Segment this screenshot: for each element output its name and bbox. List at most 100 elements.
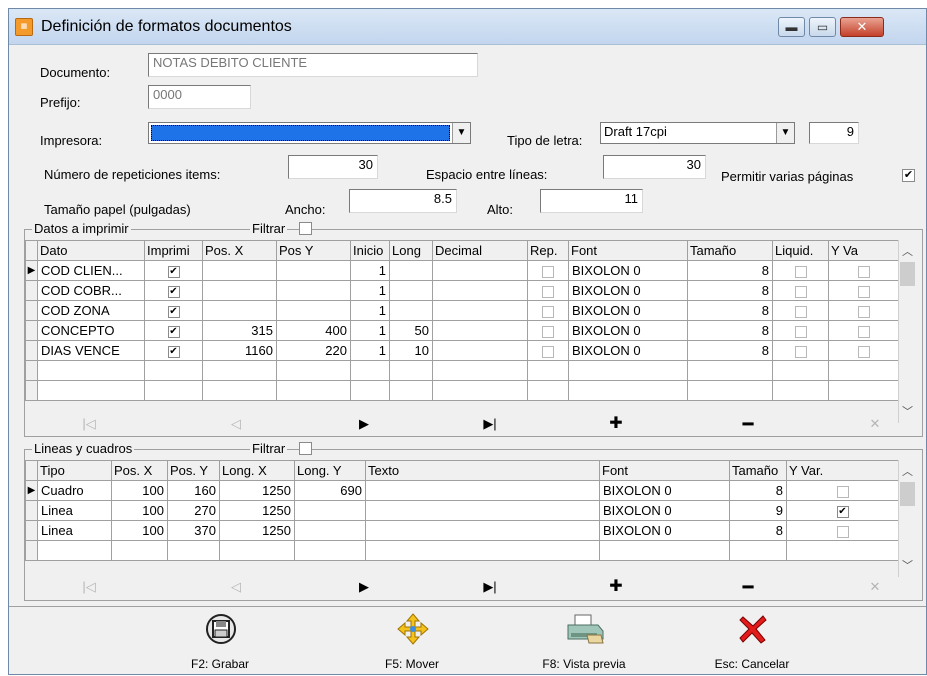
cell-font[interactable]: BIXOLON 0	[568, 260, 688, 281]
header-inicio[interactable]: Inicio	[350, 240, 390, 261]
lineas-filtrar-checkbox[interactable]	[299, 442, 312, 455]
cell-texto[interactable]	[365, 500, 600, 521]
imprimir-cell[interactable]: ✔	[144, 320, 203, 341]
cell-pos-x[interactable]: 315	[202, 320, 277, 341]
last-icon[interactable]: ▶|	[470, 413, 510, 435]
imprimir-checkbox[interactable]: ✔	[167, 345, 180, 358]
y-va-checkbox[interactable]	[857, 345, 870, 358]
scroll-down-icon[interactable]: ﹀	[899, 557, 916, 573]
imprimir-checkbox[interactable]: ✔	[167, 285, 180, 298]
cell-inicio[interactable]: 1	[350, 300, 390, 321]
table-row[interactable]: Linea 100 370 1250 BIXOLON 08	[25, 520, 899, 541]
cell-font[interactable]: BIXOLON 0	[599, 520, 730, 541]
header-pos-x[interactable]: Pos. X	[202, 240, 277, 261]
ancho-field[interactable]: 8.5	[349, 189, 457, 213]
imprimir-checkbox[interactable]: ✔	[167, 325, 180, 338]
header-y-va[interactable]: Y Va	[828, 240, 899, 261]
header-dato[interactable]: Dato	[37, 240, 145, 261]
liquid-cell[interactable]	[772, 260, 829, 281]
cell-texto[interactable]	[365, 520, 600, 541]
cell-pos-y[interactable]	[276, 300, 351, 321]
first-icon[interactable]: |◁	[69, 413, 109, 435]
prior-icon[interactable]: ◁	[216, 576, 256, 598]
imprimir-checkbox[interactable]: ✔	[167, 305, 180, 318]
insert-icon[interactable]: ✚	[596, 576, 636, 598]
cell-pos-x[interactable]	[202, 280, 277, 301]
imprimir-cell[interactable]: ✔	[144, 280, 203, 301]
cell-tipo[interactable]: Cuadro	[37, 480, 112, 501]
y-var-checkbox[interactable]: ✔	[836, 505, 849, 518]
rep-checkbox[interactable]	[542, 325, 554, 338]
y-va-checkbox[interactable]	[857, 265, 870, 278]
imprimir-cell[interactable]: ✔	[144, 300, 203, 321]
header-liquid[interactable]: Liquid.	[772, 240, 829, 261]
table-row[interactable]: COD ZONA ✔ 1 BIXOLON 08	[25, 300, 899, 321]
cell-tipo[interactable]: Linea	[37, 500, 112, 521]
header-pos-y[interactable]: Pos. Y	[167, 460, 220, 481]
header-imprimir[interactable]: Imprimi	[144, 240, 203, 261]
rep-cell[interactable]	[527, 320, 569, 341]
cell-long-x[interactable]: 1250	[219, 480, 295, 501]
cell-font[interactable]: BIXOLON 0	[568, 300, 688, 321]
cell-font[interactable]: BIXOLON 0	[568, 320, 688, 341]
alto-field[interactable]: 11	[540, 189, 643, 213]
y-va-checkbox[interactable]	[857, 325, 870, 338]
cell-tamano[interactable]: 8	[729, 520, 787, 541]
header-long[interactable]: Long	[389, 240, 433, 261]
y-var-checkbox[interactable]	[836, 485, 849, 498]
cell-dato[interactable]: COD COBR...	[37, 280, 145, 301]
header-tipo[interactable]: Tipo	[37, 460, 112, 481]
y-va-cell[interactable]	[828, 320, 899, 341]
next-icon[interactable]: ▶	[344, 413, 384, 435]
imprimir-checkbox[interactable]: ✔	[167, 265, 180, 278]
header-rep[interactable]: Rep.	[527, 240, 569, 261]
header-long-y[interactable]: Long. Y	[294, 460, 366, 481]
header-decimal[interactable]: Decimal	[432, 240, 528, 261]
y-va-cell[interactable]	[828, 300, 899, 321]
cell-tamano[interactable]: 8	[687, 300, 773, 321]
cell-decimal[interactable]	[432, 280, 528, 301]
cell-font[interactable]: BIXOLON 0	[568, 340, 688, 361]
cancel-edit-icon[interactable]: ✕	[855, 576, 895, 598]
insert-icon[interactable]: ✚	[596, 413, 636, 435]
repeticiones-field[interactable]: 30	[288, 155, 378, 179]
datos-filtrar-checkbox[interactable]	[299, 222, 312, 235]
cell-inicio[interactable]: 1	[350, 320, 390, 341]
vista-previa-button[interactable]: F8: Vista previa	[519, 613, 649, 675]
documento-field[interactable]: NOTAS DEBITO CLIENTE	[148, 53, 478, 77]
scroll-down-icon[interactable]: ﹀	[899, 403, 916, 419]
y-va-cell[interactable]	[828, 260, 899, 281]
cell-decimal[interactable]	[432, 340, 528, 361]
cell-texto[interactable]	[365, 480, 600, 501]
cell-pos-y[interactable]	[276, 260, 351, 281]
y-var-cell[interactable]	[786, 480, 899, 501]
title-bar[interactable]: ▦ Definición de formatos documentos ▬ ▭ …	[9, 9, 926, 45]
header-texto[interactable]: Texto	[365, 460, 600, 481]
imprimir-cell[interactable]: ✔	[144, 260, 203, 281]
cell-tamano[interactable]: 8	[687, 260, 773, 281]
cancel-edit-icon[interactable]: ✕	[855, 413, 895, 435]
cell-long-y[interactable]	[294, 500, 366, 521]
tipo-letra-size-field[interactable]: 9	[809, 122, 859, 144]
last-icon[interactable]: ▶|	[470, 576, 510, 598]
liquid-checkbox[interactable]	[794, 305, 807, 318]
table-row[interactable]: CONCEPTO ✔ 315 400 1 50 BIXOLON 08	[25, 320, 899, 341]
rep-checkbox[interactable]	[542, 285, 554, 298]
lineas-scrollbar[interactable]: ︿ ﹀	[898, 460, 915, 577]
cell-long[interactable]: 50	[389, 320, 433, 341]
delete-icon[interactable]: ━	[728, 413, 768, 435]
grabar-button[interactable]: F2: Grabar	[155, 613, 285, 675]
y-va-cell[interactable]	[828, 280, 899, 301]
chevron-down-icon[interactable]: ▼	[776, 123, 794, 143]
datos-scrollbar[interactable]: ︿ ﹀	[898, 240, 915, 423]
cell-long-y[interactable]	[294, 520, 366, 541]
cell-font[interactable]: BIXOLON 0	[599, 500, 730, 521]
y-va-cell[interactable]	[828, 340, 899, 361]
liquid-cell[interactable]	[772, 280, 829, 301]
cell-pos-x[interactable]: 100	[111, 500, 168, 521]
espacio-field[interactable]: 30	[603, 155, 706, 179]
cell-long[interactable]	[389, 260, 433, 281]
datos-scroll-thumb[interactable]	[900, 262, 915, 286]
cell-tamano[interactable]: 9	[729, 500, 787, 521]
cell-pos-x[interactable]	[202, 300, 277, 321]
